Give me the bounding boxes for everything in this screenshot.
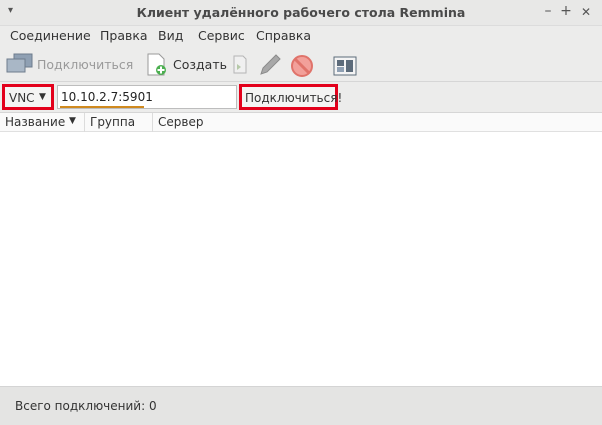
column-server-label: Сервер [158, 115, 204, 129]
new-document-icon [147, 53, 166, 76]
quick-connect-label: Подключиться! [245, 91, 343, 105]
title-bar: ▾ Клиент удалённого рабочего стола Remmi… [0, 0, 602, 26]
quick-connect-bar: VNC ▼ 10.10.2.7:5901 Подключиться! [0, 82, 602, 112]
menu-help[interactable]: Справка [256, 28, 311, 43]
column-server[interactable]: Сервер [153, 113, 602, 132]
spellcheck-underline [60, 106, 144, 108]
menu-connection[interactable]: Соединение [10, 28, 91, 43]
menu-tools[interactable]: Сервис [198, 28, 245, 43]
minimize-icon[interactable]: – [540, 3, 556, 19]
copy-icon[interactable] [231, 55, 249, 75]
column-name[interactable]: Название ▼ [0, 113, 85, 132]
column-group[interactable]: Группа [85, 113, 153, 132]
quick-connect-button[interactable]: Подключиться! [239, 84, 342, 110]
close-icon[interactable]: ✕ [578, 5, 594, 19]
sort-down-icon: ▼ [69, 116, 76, 126]
maximize-icon[interactable]: + [558, 3, 574, 19]
status-text: Всего подключений: 0 [15, 399, 157, 413]
menu-bar: Соединение Правка Вид Сервис Справка [0, 26, 602, 46]
edit-icon[interactable] [257, 52, 283, 78]
monitors-icon [6, 53, 33, 73]
menu-edit[interactable]: Правка [100, 28, 148, 43]
chevron-down-icon: ▼ [39, 92, 46, 102]
column-name-label: Название [5, 115, 66, 129]
window-title: Клиент удалённого рабочего стола Remmina [136, 5, 466, 20]
status-bar: Всего подключений: 0 [0, 386, 602, 425]
table-header: Название ▼ Группа Сервер [0, 112, 602, 132]
menu-view[interactable]: Вид [158, 28, 183, 43]
connection-list[interactable] [0, 132, 602, 386]
server-address-value: 10.10.2.7:5901 [61, 90, 153, 104]
protocol-dropdown[interactable]: VNC ▼ [2, 84, 54, 110]
view-toggle-icon[interactable] [333, 56, 357, 76]
column-group-label: Группа [90, 115, 136, 129]
connect-toolbar-label: Подключиться [37, 57, 134, 72]
protocol-value: VNC [9, 91, 35, 105]
server-address-input[interactable]: 10.10.2.7:5901 [57, 85, 237, 109]
create-toolbar-label: Создать [173, 57, 227, 72]
toolbar: Подключиться Создать [0, 46, 602, 82]
delete-icon[interactable] [290, 54, 314, 78]
